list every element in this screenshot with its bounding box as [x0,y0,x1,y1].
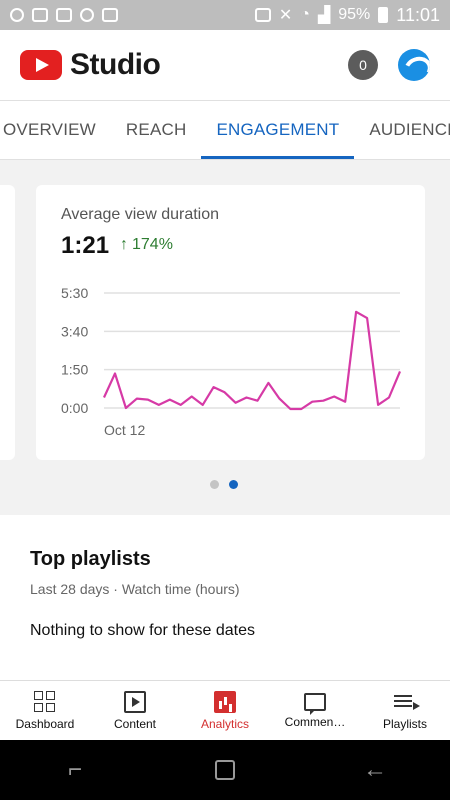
notifications-button[interactable]: 0 [348,50,378,80]
file-icon [56,8,72,22]
nav-label: Playlists [382,716,427,731]
tab-engagement[interactable]: ENGAGEMENT [201,101,355,159]
avatar[interactable] [398,49,430,81]
home-button[interactable] [210,755,240,785]
battery-icon [378,7,389,23]
signal-icon: ▟ [317,7,331,24]
battery-label: 95% [338,6,371,23]
analytics-tabs: OVERVIEW REACH ENGAGEMENT AUDIENCE [0,100,450,160]
carousel-pagination [210,480,238,489]
section-subtitle: Last 28 days · Watch time (hours) [30,581,240,597]
nav-label: Dashboard [15,716,75,731]
duration-line-chart: 5:30 3:40 1:50 0:00 Oct 12 [61,285,402,438]
comments-icon [304,692,326,715]
y-tick-label: 0:00 [61,400,88,416]
nav-label: Commen… [284,714,346,729]
playlists-icon [394,691,420,713]
analytics-icon [214,690,236,713]
empty-message: Nothing to show for these dates [30,622,256,639]
nav-playlists[interactable]: Playlists [360,681,450,740]
content-icon [124,690,146,713]
nav-comments[interactable]: Commen… [270,681,360,740]
clock: 11:01 [396,4,440,25]
status-bar: ✕ ◔ ▟ 95% 11:01 [0,0,450,30]
x-tick-label: Oct 12 [104,422,145,438]
activity-icon [102,8,118,22]
mute-icon: ✕ [278,7,293,24]
status-bar-right: ✕ ◔ ▟ 95% 11:01 [254,4,440,26]
status-bar-left [10,8,118,22]
bottom-navigation: Dashboard Content Analytics Commen… Play… [0,680,450,740]
dashboard-icon [34,690,56,713]
recent-apps-icon[interactable]: ⌐ [60,755,90,785]
page-dot-1[interactable] [210,480,219,489]
home-icon [215,760,235,780]
previous-card[interactable] [0,185,15,460]
app-header: Studio 0 [0,30,450,100]
average-view-duration-card[interactable]: Average view duration 1:21 ↑ 174% 5:30 3:… [36,185,425,460]
nav-analytics[interactable]: Analytics [180,681,270,740]
nav-label: Content [113,716,157,731]
app-title: Studio [70,48,161,81]
section-title: Top playlists [30,548,151,570]
y-tick-label: 1:50 [61,362,88,378]
header-actions: 0 [348,49,430,81]
notification-icon [10,8,24,22]
series-line [103,310,402,411]
tab-reach[interactable]: REACH [111,101,202,159]
nav-content[interactable]: Content [90,681,180,740]
nav-dashboard[interactable]: Dashboard [0,681,90,740]
page-dot-2[interactable] [229,480,238,489]
tab-overview[interactable]: OVERVIEW [0,101,111,159]
y-tick-label: 3:40 [61,323,88,339]
mail-icon [32,8,48,22]
camera-icon [80,8,94,22]
studio-logo[interactable]: Studio [20,48,161,82]
top-playlists-section: Top playlists Last 28 days · Watch time … [0,515,450,680]
tab-audience[interactable]: AUDIENCE [354,101,450,159]
cast-icon [254,8,271,22]
system-navigation-bar: ⌐ ← [0,740,450,800]
y-tick-label: 5:30 [61,285,88,301]
youtube-play-icon [20,50,62,80]
back-icon[interactable]: ← [360,755,390,785]
nav-label: Analytics [200,716,250,731]
wifi-icon: ◔ [300,6,310,23]
